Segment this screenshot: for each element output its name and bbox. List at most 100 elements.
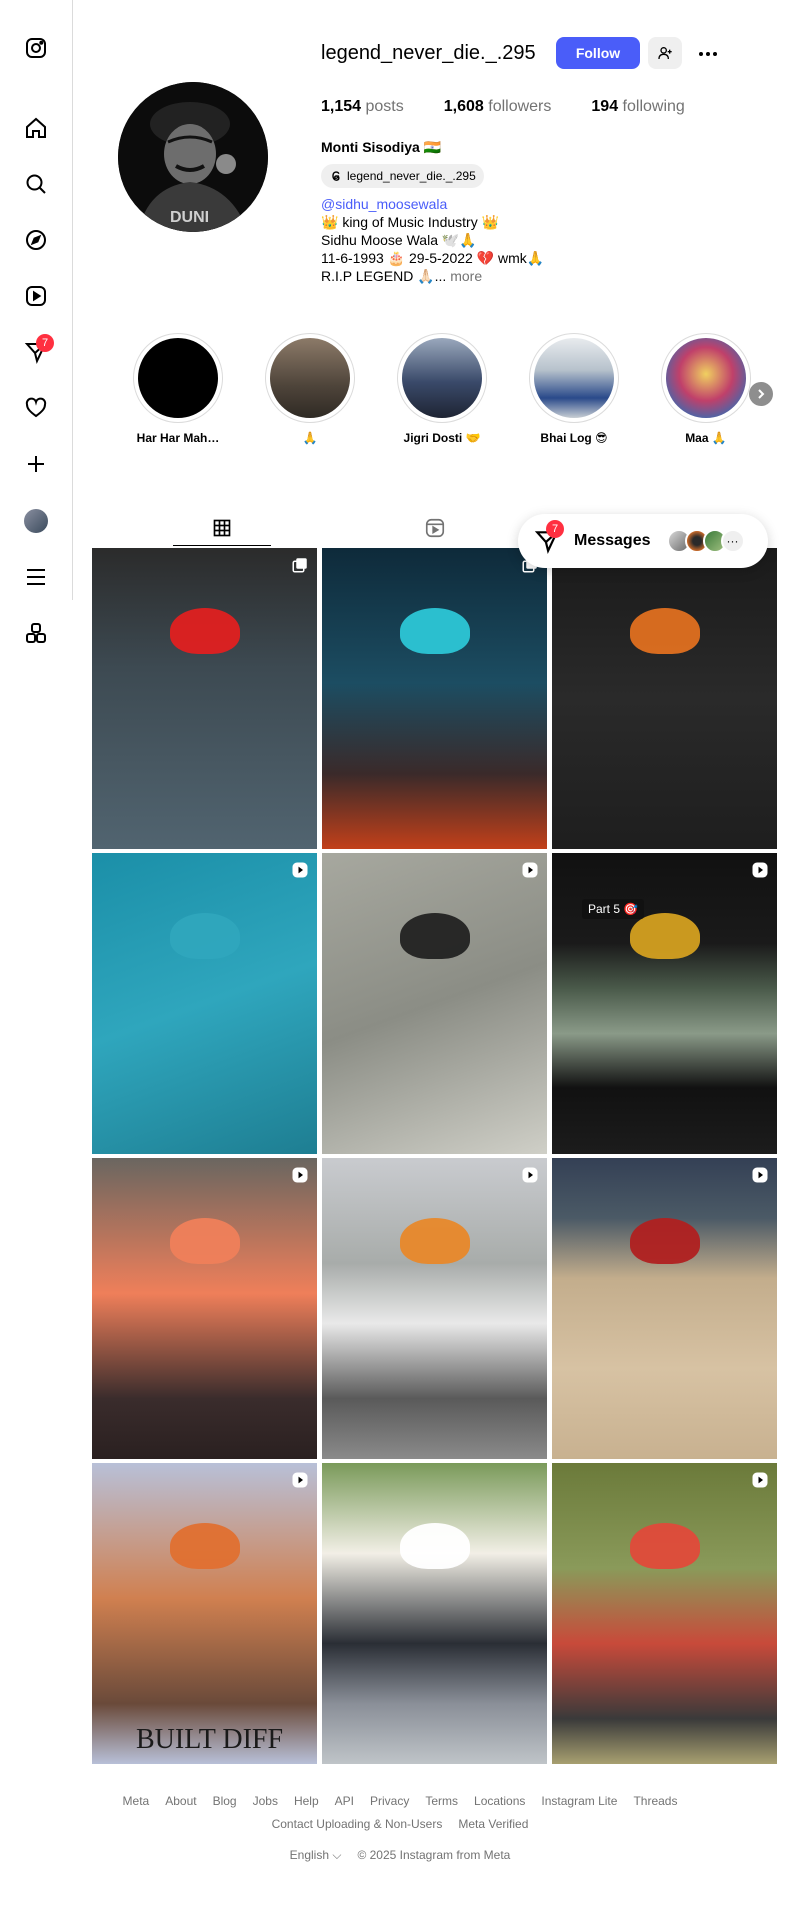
reel-play-icon [752,1472,768,1488]
tab-posts-grid[interactable] [173,510,271,546]
post-subject [169,608,240,655]
sidebar: 7 [0,0,73,643]
bio-more-link[interactable]: more [450,268,482,284]
reel-play-icon [522,1167,538,1183]
tab-reels[interactable] [386,510,484,546]
story-highlight[interactable]: Bhai Log 😎 [529,333,619,445]
home-icon[interactable] [20,112,52,144]
highlight-label: Maa 🙏 [685,431,727,445]
bio-line: Sidhu Moose Wala 🕊️🙏 [321,232,477,248]
posts-stat[interactable]: 1,154 posts [321,98,404,116]
post-tile[interactable] [92,1158,317,1459]
explore-compass-icon[interactable] [20,224,52,256]
messages-avatars: ··· [666,529,745,553]
profile-username: legend_never_die._.295 [321,42,536,64]
footer-link[interactable]: Jobs [253,1794,278,1808]
footer-links-secondary: Contact Uploading & Non-Users Meta Verifi… [0,1817,800,1831]
post-subject [169,1523,240,1570]
story-highlight[interactable]: Maa 🙏 [661,333,751,445]
reel-play-icon [292,862,308,878]
messages-icon[interactable]: 7 [20,334,54,368]
bio-line: 👑 king of Music Industry 👑 [321,214,500,230]
post-tile[interactable]: Part 5 🎯 [552,853,777,1154]
post-subject [399,1218,470,1265]
threads-handle: legend_never_die._.295 [347,169,476,183]
highlight-label: 🙏 [302,431,318,445]
post-tile[interactable] [322,1158,547,1459]
follow-button[interactable]: Follow [556,37,640,69]
post-subject [629,608,700,655]
post-tile[interactable] [552,1158,777,1459]
footer-link[interactable]: Terms [425,1794,458,1808]
post-tile[interactable]: BUILT DIFF [92,1463,317,1764]
footer-link[interactable]: Contact Uploading & Non-Users [272,1817,443,1831]
post-subject [629,913,700,960]
post-tile[interactable] [322,853,547,1154]
story-highlight[interactable]: Jigri Dosti 🤝 [397,333,487,445]
add-user-icon[interactable] [648,37,682,69]
following-stat[interactable]: 194 following [591,98,684,116]
post-subject [629,1523,700,1570]
reel-play-icon [752,862,768,878]
svg-text:DUNI: DUNI [170,209,209,226]
footer-link[interactable]: Help [294,1794,319,1808]
profile-stats: 1,154 posts 1,608 followers 194 followin… [321,98,685,116]
post-tile[interactable] [322,1463,547,1764]
footer-bottom: English ⌵ © 2025 Instagram from Meta [0,1848,800,1863]
chevron-down-icon: ⌵ [332,1848,342,1862]
post-caption-overlay: Part 5 🎯 [582,899,645,919]
footer-link[interactable]: Locations [474,1794,525,1808]
more-options-icon[interactable] [694,40,722,68]
footer-link[interactable]: Instagram Lite [541,1794,617,1808]
post-subject [399,1523,470,1570]
post-tile[interactable] [92,548,317,849]
chevron-right-icon [758,389,765,399]
threads-badge[interactable]: legend_never_die._.295 [321,164,484,188]
highlights-next-button[interactable] [749,382,773,406]
story-highlight[interactable]: 🙏 [265,333,355,445]
highlight-label: Jigri Dosti 🤝 [403,431,481,445]
bio-line: 11-6-1993 🎂 29-5-2022 💔 wmk🙏 [321,250,545,266]
reel-play-icon [522,862,538,878]
footer-links: Meta About Blog Jobs Help API Privacy Terms Loca… [0,1794,800,1808]
highlight-label: Bhai Log 😎 [540,431,608,445]
post-tile[interactable] [552,1463,777,1764]
footer-link[interactable]: Meta Verified [458,1817,528,1831]
reel-play-icon [752,1167,768,1183]
reel-play-icon [292,1472,308,1488]
bio-line: R.I.P LEGEND 🙏🏻... [321,268,447,284]
footer-link[interactable]: Meta [123,1794,150,1808]
footer-link[interactable]: About [165,1794,196,1808]
heart-icon[interactable] [20,392,52,424]
grid-icon [213,519,231,536]
post-caption-overlay: BUILT DIFF [136,1724,284,1755]
bio-mention-link[interactable]: @sidhu_moosewala [321,195,544,213]
menu-hamburger-icon[interactable] [20,561,52,593]
footer-link[interactable]: Blog [213,1794,237,1808]
reels-icon[interactable] [20,280,52,312]
also-from-meta-icon[interactable] [20,617,52,649]
copyright: © 2025 Instagram from Meta [357,1848,511,1862]
threads-icon [332,171,340,181]
create-plus-icon[interactable] [20,448,52,480]
instagram-logo-icon[interactable] [20,32,52,64]
direct-message-icon: 7 [534,520,564,554]
post-subject [399,913,470,960]
search-icon[interactable] [20,168,52,200]
story-highlight[interactable]: Har Har Mah… [133,333,223,445]
footer-link[interactable]: Privacy [370,1794,409,1808]
post-subject [399,608,470,655]
footer-link[interactable]: API [335,1794,354,1808]
post-tile[interactable] [552,548,777,849]
profile-picture[interactable]: DUNI [118,82,268,232]
notification-badge: 7 [36,334,54,352]
highlight-label: Har Har Mah… [136,431,220,445]
messages-float-button[interactable]: 7 Messages ··· [518,514,768,568]
post-tile[interactable] [92,853,317,1154]
followers-stat[interactable]: 1,608 followers [444,98,552,116]
language-selector[interactable]: English ⌵ [290,1848,342,1863]
profile-avatar[interactable] [20,505,52,537]
post-tile[interactable] [322,548,547,849]
footer-link[interactable]: Threads [633,1794,677,1808]
messages-badge: 7 [546,520,564,538]
